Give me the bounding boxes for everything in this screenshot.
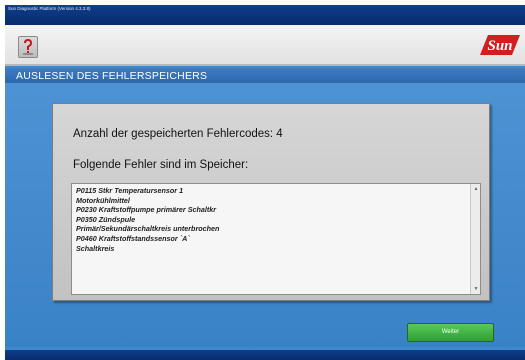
fault-list-heading: Folgende Fehler sind im Speicher: [73, 159, 249, 171]
list-item: P0460 Kraftstoffstandssensor `A` [76, 233, 190, 243]
svg-text:Sun: Sun [487, 38, 512, 54]
list-item: P0115 Stkr Temperatursensor 1 [76, 186, 184, 195]
status-bar [5, 350, 525, 360]
page-title: AUSLESEN DES FEHLERSPEICHERS [16, 70, 208, 82]
list-item: P0350 Zündspule [76, 214, 136, 224]
fault-code-list[interactable]: P0115 Stkr Temperatursensor 1 Motorkühlm… [71, 183, 481, 295]
list-item: Primär/Sekundärschaltkreis unterbrochen [76, 224, 220, 234]
sun-logo: Sun [478, 33, 522, 62]
app-window: Sun Diagnostic Platform (Version 4.3.3.8… [5, 5, 525, 360]
fault-count-line: Anzahl der gespeicherten Fehlercodes: 4 [73, 128, 283, 140]
fault-lines: P0115 Stkr Temperatursensor 1 Motorkühlm… [76, 186, 219, 253]
weiter-button-label: Weiter [441, 329, 460, 335]
fault-memory-panel: Anzahl der gespeicherten Fehlercodes: 4 … [52, 103, 490, 301]
window-title: Sun Diagnostic Platform (Version 4.3.3.8… [8, 6, 91, 11]
fault-count-value: 4 [276, 128, 283, 140]
header-bar: Sun [5, 25, 525, 66]
section-header: AUSLESEN DES FEHLERSPEICHERS [5, 68, 525, 83]
title-bar: Sun Diagnostic Platform (Version 4.3.3.8… [5, 5, 525, 25]
fault-count-label: Anzahl der gespeicherten Fehlercodes: [73, 128, 274, 140]
fault-list-scrollbar[interactable]: ▲ ▼ [470, 184, 480, 294]
scroll-down-icon[interactable]: ▼ [472, 285, 480, 293]
list-item: Motorkühlmittel [76, 195, 130, 205]
list-item: P0230 Kraftstoffpumpe primärer Schaltkr [76, 205, 217, 215]
weiter-button[interactable]: Weiter [407, 323, 494, 342]
list-item: Schaltkreis [76, 243, 115, 253]
scroll-up-icon[interactable]: ▲ [472, 185, 480, 193]
help-button[interactable] [18, 36, 38, 58]
